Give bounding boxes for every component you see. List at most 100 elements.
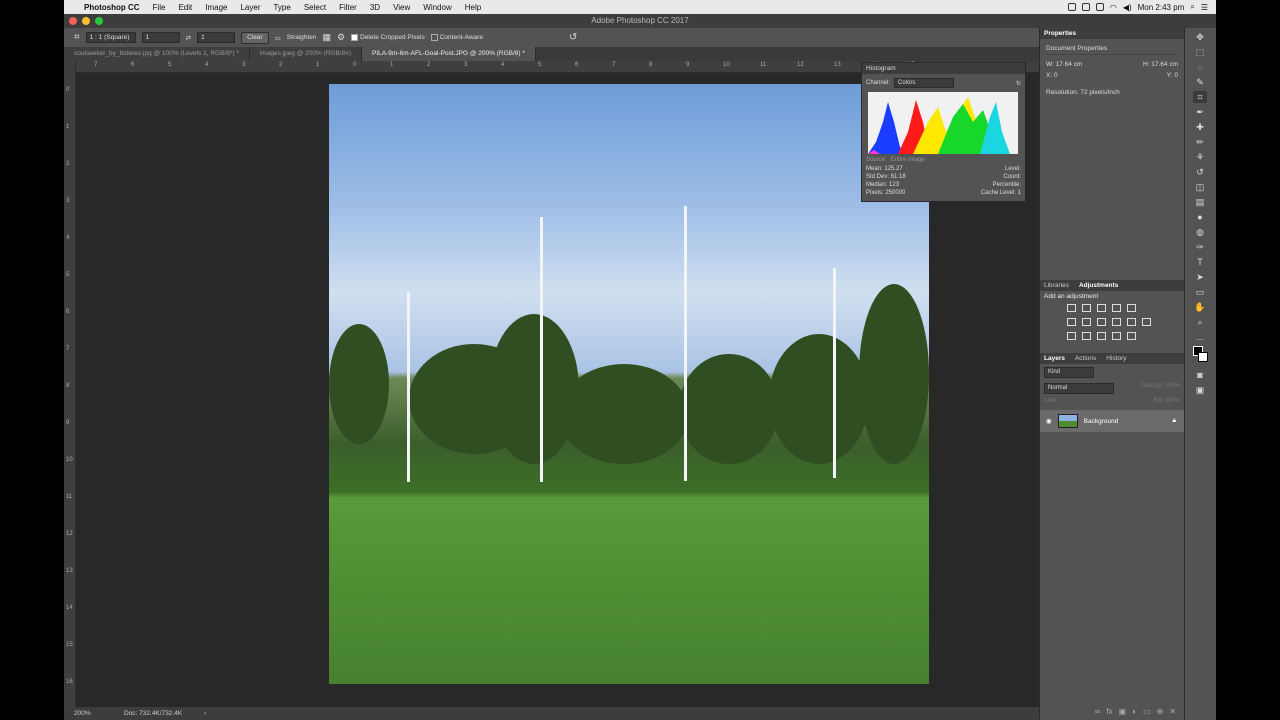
healing-tool-icon[interactable]: ✚ xyxy=(1193,121,1207,133)
channel-select[interactable]: Colors xyxy=(894,78,955,88)
height-field[interactable]: 1 xyxy=(197,32,236,43)
folder-icon[interactable]: ▭ xyxy=(1143,707,1151,716)
menu-select[interactable]: Select xyxy=(304,3,326,12)
levels-icon[interactable] xyxy=(1082,304,1091,312)
doc-size[interactable]: Doc: 732.4K/732.4K xyxy=(124,707,182,720)
exposure-icon[interactable] xyxy=(1112,304,1121,312)
vibrance-icon[interactable] xyxy=(1127,304,1136,312)
blur-tool-icon[interactable]: ● xyxy=(1193,211,1207,223)
eyedropper-tool-icon[interactable]: ✒ xyxy=(1193,106,1207,118)
reset-icon[interactable]: ↺ xyxy=(569,32,577,43)
color-swatches-icon[interactable] xyxy=(1193,346,1208,366)
libraries-tab[interactable]: Libraries xyxy=(1044,280,1069,291)
swap-icon[interactable]: ⇄ xyxy=(186,34,191,42)
zoom-level[interactable]: 200% xyxy=(74,707,91,720)
channel-mixer-icon[interactable] xyxy=(1127,318,1136,326)
lasso-tool-icon[interactable]: ◌ xyxy=(1193,61,1207,73)
selective-color-icon[interactable] xyxy=(1112,332,1121,340)
minimize-window-button[interactable] xyxy=(82,17,90,25)
status-icon[interactable] xyxy=(1095,3,1104,11)
x-value[interactable]: X: 0 xyxy=(1046,70,1058,81)
posterize-icon[interactable] xyxy=(1082,332,1091,340)
menu-filter[interactable]: Filter xyxy=(339,3,357,12)
black-white-icon[interactable] xyxy=(1097,318,1106,326)
menu-edit[interactable]: Edit xyxy=(178,3,192,12)
refresh-icon[interactable]: ↻ xyxy=(1016,80,1021,87)
link-icon[interactable]: ∞ xyxy=(1095,707,1101,716)
move-tool-icon[interactable]: ✥ xyxy=(1193,31,1207,43)
fill-field[interactable]: 100% xyxy=(1165,398,1180,404)
tab-soulseeker[interactable]: soulseeker_by_bstereo.jpg @ 100% (Levels… xyxy=(64,47,250,61)
adjustment-layer-icon[interactable]: ◐ xyxy=(1132,707,1137,716)
tab-images[interactable]: images.jpeg @ 200% (RGB/8#) xyxy=(249,47,362,61)
eye-icon[interactable]: ◉ xyxy=(1046,417,1052,425)
list-icon[interactable]: ☰ xyxy=(1201,3,1208,12)
quick-mask-icon[interactable]: ◙ xyxy=(1193,369,1207,381)
ratio-select[interactable]: 1 : 1 (Square) xyxy=(85,32,136,43)
menu-layer[interactable]: Layer xyxy=(240,3,260,12)
volume-icon[interactable]: ◀) xyxy=(1123,3,1132,12)
source-select[interactable]: Entire Image xyxy=(891,157,925,163)
grid-overlay-icon[interactable]: ▦ xyxy=(322,32,331,43)
straighten-button[interactable]: Straighten xyxy=(287,34,317,41)
blend-mode-select[interactable]: Normal xyxy=(1044,383,1114,394)
opacity-field[interactable]: 100% xyxy=(1165,383,1180,389)
history-brush-icon[interactable]: ↺ xyxy=(1193,166,1207,178)
kind-filter[interactable]: Kind xyxy=(1044,367,1094,378)
menu-image[interactable]: Image xyxy=(205,3,227,12)
hue-saturation-icon[interactable] xyxy=(1067,318,1076,326)
photo-filter-icon[interactable] xyxy=(1112,318,1121,326)
status-icon[interactable] xyxy=(1067,3,1076,11)
tab-afl-goal-post[interactable]: PILA-9m-6m-AFL-Goal-Post.JPG @ 200% (RGB… xyxy=(362,47,536,61)
document-image[interactable] xyxy=(329,84,929,684)
invert-icon[interactable] xyxy=(1067,332,1076,340)
zoom-window-button[interactable] xyxy=(95,17,103,25)
clock[interactable]: Mon 2:43 pm xyxy=(1138,3,1185,12)
color-balance-icon[interactable] xyxy=(1082,318,1091,326)
hand-tool-icon[interactable]: ✋ xyxy=(1193,301,1207,313)
layers-tab[interactable]: Layers xyxy=(1044,353,1065,364)
search-icon[interactable]: ⌕ xyxy=(1190,2,1194,12)
menu-view[interactable]: View xyxy=(393,3,410,12)
crop-tool-icon[interactable]: ⌗ xyxy=(1193,91,1207,103)
menu-help[interactable]: Help xyxy=(465,3,481,12)
more-tools-icon[interactable]: … xyxy=(1193,331,1207,343)
mask-icon[interactable]: ▣ xyxy=(1119,707,1127,716)
gradient-map-icon[interactable] xyxy=(1127,332,1136,340)
chevron-right-icon[interactable]: › xyxy=(204,707,206,720)
eraser-tool-icon[interactable]: ◫ xyxy=(1193,181,1207,193)
lock-icon[interactable]: 🔒︎ xyxy=(1173,417,1176,425)
quick-select-tool-icon[interactable]: ✎ xyxy=(1193,76,1207,88)
threshold-icon[interactable] xyxy=(1097,332,1106,340)
menu-window[interactable]: Window xyxy=(423,3,451,12)
menu-app[interactable]: Photoshop CC xyxy=(84,3,140,12)
new-layer-icon[interactable]: ⊕ xyxy=(1157,707,1164,716)
zoom-tool-icon[interactable]: ⌕ xyxy=(1193,316,1207,328)
marquee-tool-icon[interactable]: ⬚ xyxy=(1193,46,1207,58)
crop-tool-icon[interactable]: ⌗ xyxy=(74,32,80,43)
actions-tab[interactable]: Actions xyxy=(1075,353,1096,364)
curves-icon[interactable] xyxy=(1097,304,1106,312)
stamp-tool-icon[interactable]: ⚘ xyxy=(1193,151,1207,163)
brightness-icon[interactable] xyxy=(1067,304,1076,312)
menu-3d[interactable]: 3D xyxy=(370,3,380,12)
menu-file[interactable]: File xyxy=(153,3,166,12)
y-value[interactable]: Y: 0 xyxy=(1167,70,1178,81)
width-value[interactable]: W: 17.64 cm xyxy=(1046,59,1082,70)
properties-tab[interactable]: Properties xyxy=(1044,28,1076,39)
layer-row-background[interactable]: ◉ Background 🔒︎ xyxy=(1040,410,1184,432)
gradient-tool-icon[interactable]: ▤ xyxy=(1193,196,1207,208)
gear-icon[interactable]: ⚙ xyxy=(337,32,345,43)
shape-tool-icon[interactable]: ▭ xyxy=(1193,286,1207,298)
screen-mode-icon[interactable]: ▣ xyxy=(1193,384,1207,396)
type-tool-icon[interactable]: T xyxy=(1193,256,1207,268)
delete-cropped-checkbox[interactable]: Delete Cropped Pixels xyxy=(351,33,425,41)
brush-tool-icon[interactable]: ✏ xyxy=(1193,136,1207,148)
adjustments-tab[interactable]: Adjustments xyxy=(1079,280,1118,291)
clear-button[interactable]: Clear xyxy=(241,31,269,44)
menu-type[interactable]: Type xyxy=(273,3,290,12)
layer-name[interactable]: Background xyxy=(1084,418,1119,425)
wifi-icon[interactable]: ◠ xyxy=(1110,3,1117,12)
trash-icon[interactable]: ✕ xyxy=(1169,707,1176,716)
height-value[interactable]: H: 17.64 cm xyxy=(1143,59,1178,70)
